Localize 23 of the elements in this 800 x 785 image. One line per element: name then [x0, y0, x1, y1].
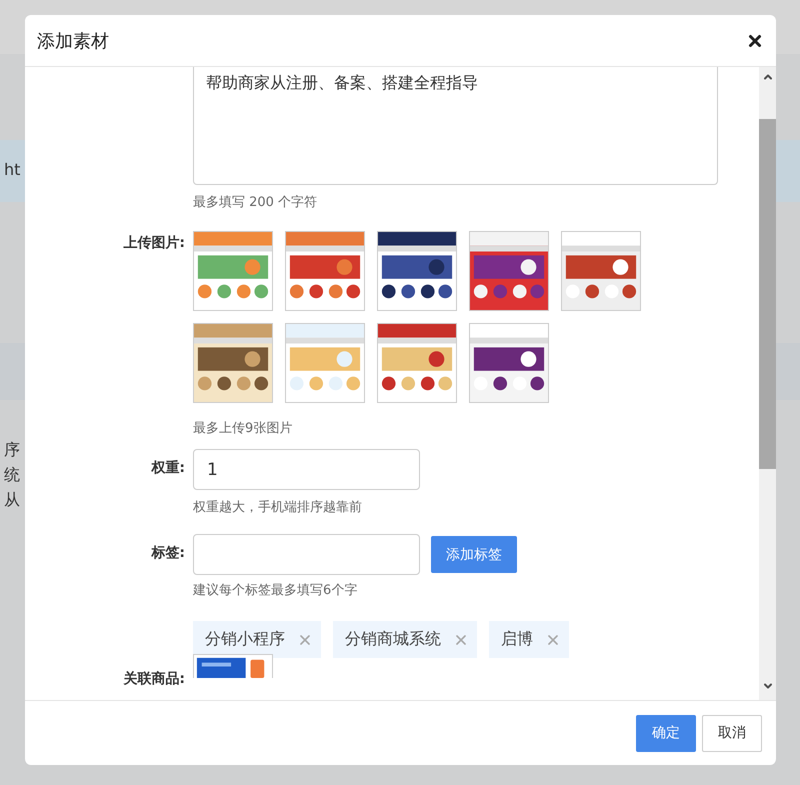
dialog-title: 添加素材	[37, 30, 109, 52]
tag: 启博	[489, 621, 569, 658]
tag-field[interactable]	[193, 534, 420, 575]
description-field[interactable]: 帮助商家从注册、备案、搭建全程指导	[193, 67, 718, 185]
scrollbar[interactable]	[759, 67, 776, 700]
weight-field[interactable]: 1	[193, 449, 420, 490]
page-text: 从	[4, 490, 20, 511]
add-tag-button[interactable]: 添加标签	[431, 536, 517, 573]
tag: 分销商城系统	[333, 621, 477, 658]
field-label: 标签:	[150, 544, 185, 563]
confirm-button[interactable]: 确定	[636, 714, 696, 752]
field-label: 上传图片:	[122, 234, 185, 253]
field-label: 关联商品:	[122, 670, 185, 688]
page-text: 序	[4, 440, 20, 461]
field-label: 权重:	[150, 459, 185, 478]
hint-text: 最多填写 200 个字符	[193, 194, 318, 211]
cancel-button[interactable]: 取消	[702, 714, 762, 752]
hint-text: 最多上传9张图片	[193, 420, 294, 437]
hint-text: 权重越大，手机端排序越靠前	[193, 499, 363, 516]
hint-text: 建议每个标签最多填写6个字	[193, 582, 358, 599]
page-text: 统	[4, 465, 20, 486]
tag: 分销小程序	[193, 621, 321, 658]
page-text: ht	[4, 160, 20, 179]
